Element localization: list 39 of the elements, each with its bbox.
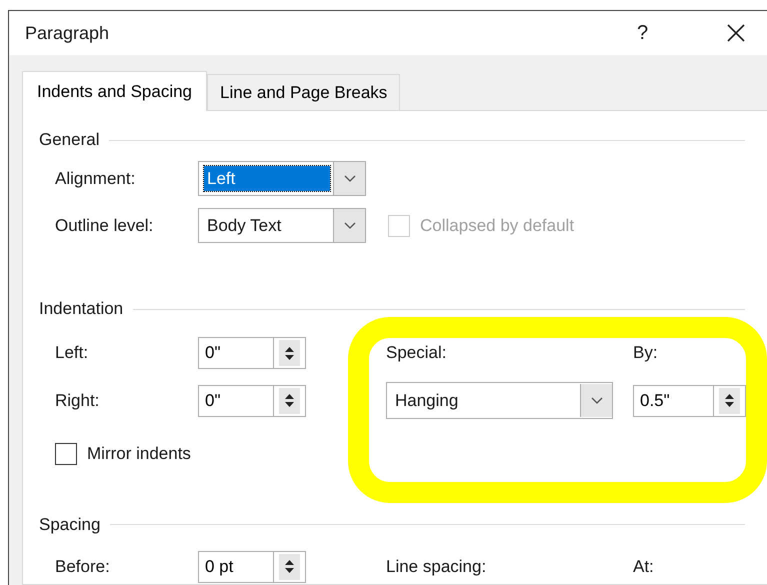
checkbox[interactable] [55, 442, 77, 465]
down-arrow-icon[interactable] [285, 568, 294, 573]
number-field[interactable]: 0 pt [198, 550, 273, 582]
number-field[interactable]: 0.5" [633, 384, 713, 416]
tab[interactable]: Indents and Spacing [22, 71, 208, 111]
field-label: Left: [55, 342, 90, 364]
number-field[interactable]: 0" [198, 384, 273, 416]
window-title: Paragraph [25, 22, 110, 45]
field-label: Special: [386, 342, 448, 364]
down-arrow-icon[interactable] [285, 354, 294, 360]
field-label: At: [633, 556, 654, 578]
spin-button[interactable] [273, 384, 306, 416]
field-label: Before: [55, 556, 111, 578]
spin-button[interactable] [273, 550, 306, 582]
spin-button[interactable] [273, 337, 306, 369]
tab[interactable]: Line and Page Breaks [207, 74, 400, 110]
dropdown[interactable]: Left [198, 161, 366, 196]
dropdown[interactable]: Hanging [386, 382, 613, 419]
section-heading: Spacing [39, 514, 100, 536]
field-label: Right: [55, 390, 100, 412]
help-button[interactable]: ? [637, 18, 727, 48]
section-heading: Indentation [39, 298, 124, 320]
section-heading: General [39, 129, 100, 152]
spin-button[interactable] [713, 384, 746, 416]
dropdown[interactable]: Body Text [198, 208, 366, 243]
number-field[interactable]: 0" [198, 337, 273, 369]
up-arrow-icon[interactable] [725, 394, 734, 399]
checkbox-label: Collapsed by default [420, 214, 574, 237]
up-arrow-icon[interactable] [285, 346, 294, 352]
field-label: By: [633, 342, 658, 364]
down-arrow-icon[interactable] [285, 402, 294, 407]
field-label: Alignment: [55, 168, 136, 190]
close-icon[interactable] [727, 24, 745, 42]
field-label: Line spacing: [386, 556, 488, 578]
checkbox-label: Mirror indents [87, 443, 191, 465]
down-arrow-icon[interactable] [725, 402, 734, 407]
up-arrow-icon[interactable] [285, 394, 294, 399]
field-label: Outline level: [55, 214, 154, 237]
up-arrow-icon[interactable] [285, 560, 294, 565]
